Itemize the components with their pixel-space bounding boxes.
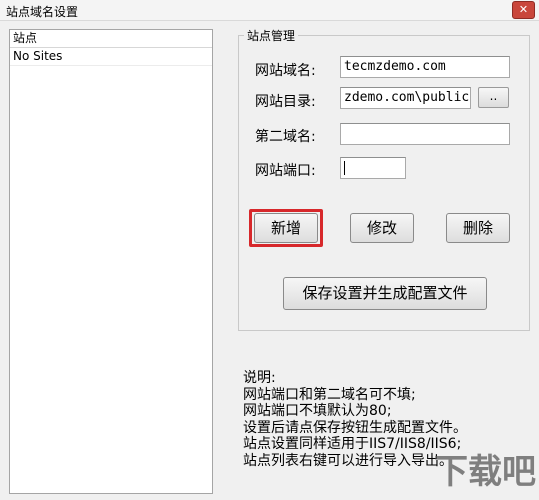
add-button-highlight [249, 209, 323, 247]
port-field[interactable] [340, 157, 406, 179]
close-icon: ✕ [518, 3, 529, 16]
notes-line: 网站端口和第二域名可不填; [243, 386, 416, 403]
port-label: 网站端口: [255, 163, 316, 179]
notes-line: 说明: [243, 370, 276, 386]
domain-label: 网站域名: [255, 63, 316, 79]
browse-button[interactable]: .. [478, 87, 509, 108]
modify-button[interactable]: 修改 [350, 213, 414, 243]
domain-field[interactable]: tecmzdemo.com [340, 56, 510, 78]
site-list[interactable]: 站点 No Sites [9, 29, 213, 494]
directory-field[interactable]: zdemo.com\public [340, 87, 471, 109]
site-management-legend: 站点管理 [244, 27, 299, 44]
save-config-button[interactable]: 保存设置并生成配置文件 [283, 277, 487, 310]
title-bar: 站点域名设置 ✕ [0, 0, 539, 21]
window-title: 站点域名设置 [6, 5, 79, 19]
close-button[interactable]: ✕ [512, 1, 535, 19]
notes-line: 设置后请点保存按钮生成配置文件。 [243, 419, 467, 436]
second-domain-label: 第二域名: [255, 129, 316, 145]
notes-line: 网站端口不填默认为80; [243, 403, 392, 419]
watermark-logo: 下载吧 [434, 452, 536, 492]
delete-button[interactable]: 删除 [446, 213, 510, 243]
list-item[interactable]: No Sites [10, 48, 212, 66]
site-list-header: 站点 [10, 30, 212, 48]
second-domain-field[interactable] [340, 123, 510, 145]
directory-label: 网站目录: [255, 94, 316, 110]
text-cursor [344, 160, 345, 175]
